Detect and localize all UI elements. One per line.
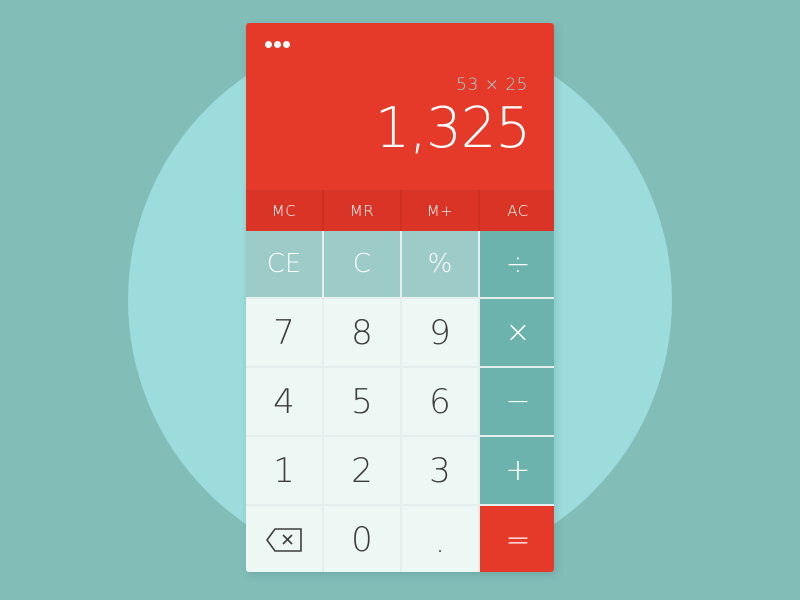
digit-2-button[interactable]: 2 [324,437,400,504]
all-clear-button[interactable]: AC [480,190,554,231]
digit-9-button[interactable]: 9 [402,299,478,366]
percent-button[interactable]: % [402,231,478,297]
display-panel: 53 × 25 1,325 [246,23,554,190]
digit-5-button[interactable]: 5 [324,368,400,435]
clear-button[interactable]: C [324,231,400,297]
calculator: 53 × 25 1,325 MC MR M+ AC CE C % ÷ 7 8 9… [246,23,554,572]
memory-recall-button[interactable]: MR [324,190,400,231]
backspace-icon [266,528,302,552]
result-text: 1,325 [374,96,531,161]
decimal-button[interactable]: . [402,506,478,572]
digit-7-button[interactable]: 7 [246,299,322,366]
digit-0-button[interactable]: 0 [324,506,400,572]
more-menu-icon[interactable] [265,41,290,48]
clear-entry-button[interactable]: CE [246,231,322,297]
digit-8-button[interactable]: 8 [324,299,400,366]
backspace-button[interactable] [246,506,322,572]
digit-4-button[interactable]: 4 [246,368,322,435]
digit-3-button[interactable]: 3 [402,437,478,504]
expression-text: 53 × 25 [456,75,528,95]
multiply-button[interactable]: × [480,299,554,366]
memory-row: MC MR M+ AC [246,190,554,231]
digit-1-button[interactable]: 1 [246,437,322,504]
menu-dot [274,41,281,48]
equals-button[interactable]: = [480,506,554,572]
divide-button[interactable]: ÷ [480,231,554,297]
memory-clear-button[interactable]: MC [246,190,322,231]
digit-6-button[interactable]: 6 [402,368,478,435]
subtract-button[interactable]: − [480,368,554,435]
menu-dot [283,41,290,48]
menu-dot [265,41,272,48]
keypad: MC MR M+ AC CE C % ÷ 7 8 9 × 4 5 6 − 1 2… [246,190,554,572]
add-button[interactable]: + [480,437,554,504]
memory-add-button[interactable]: M+ [402,190,478,231]
